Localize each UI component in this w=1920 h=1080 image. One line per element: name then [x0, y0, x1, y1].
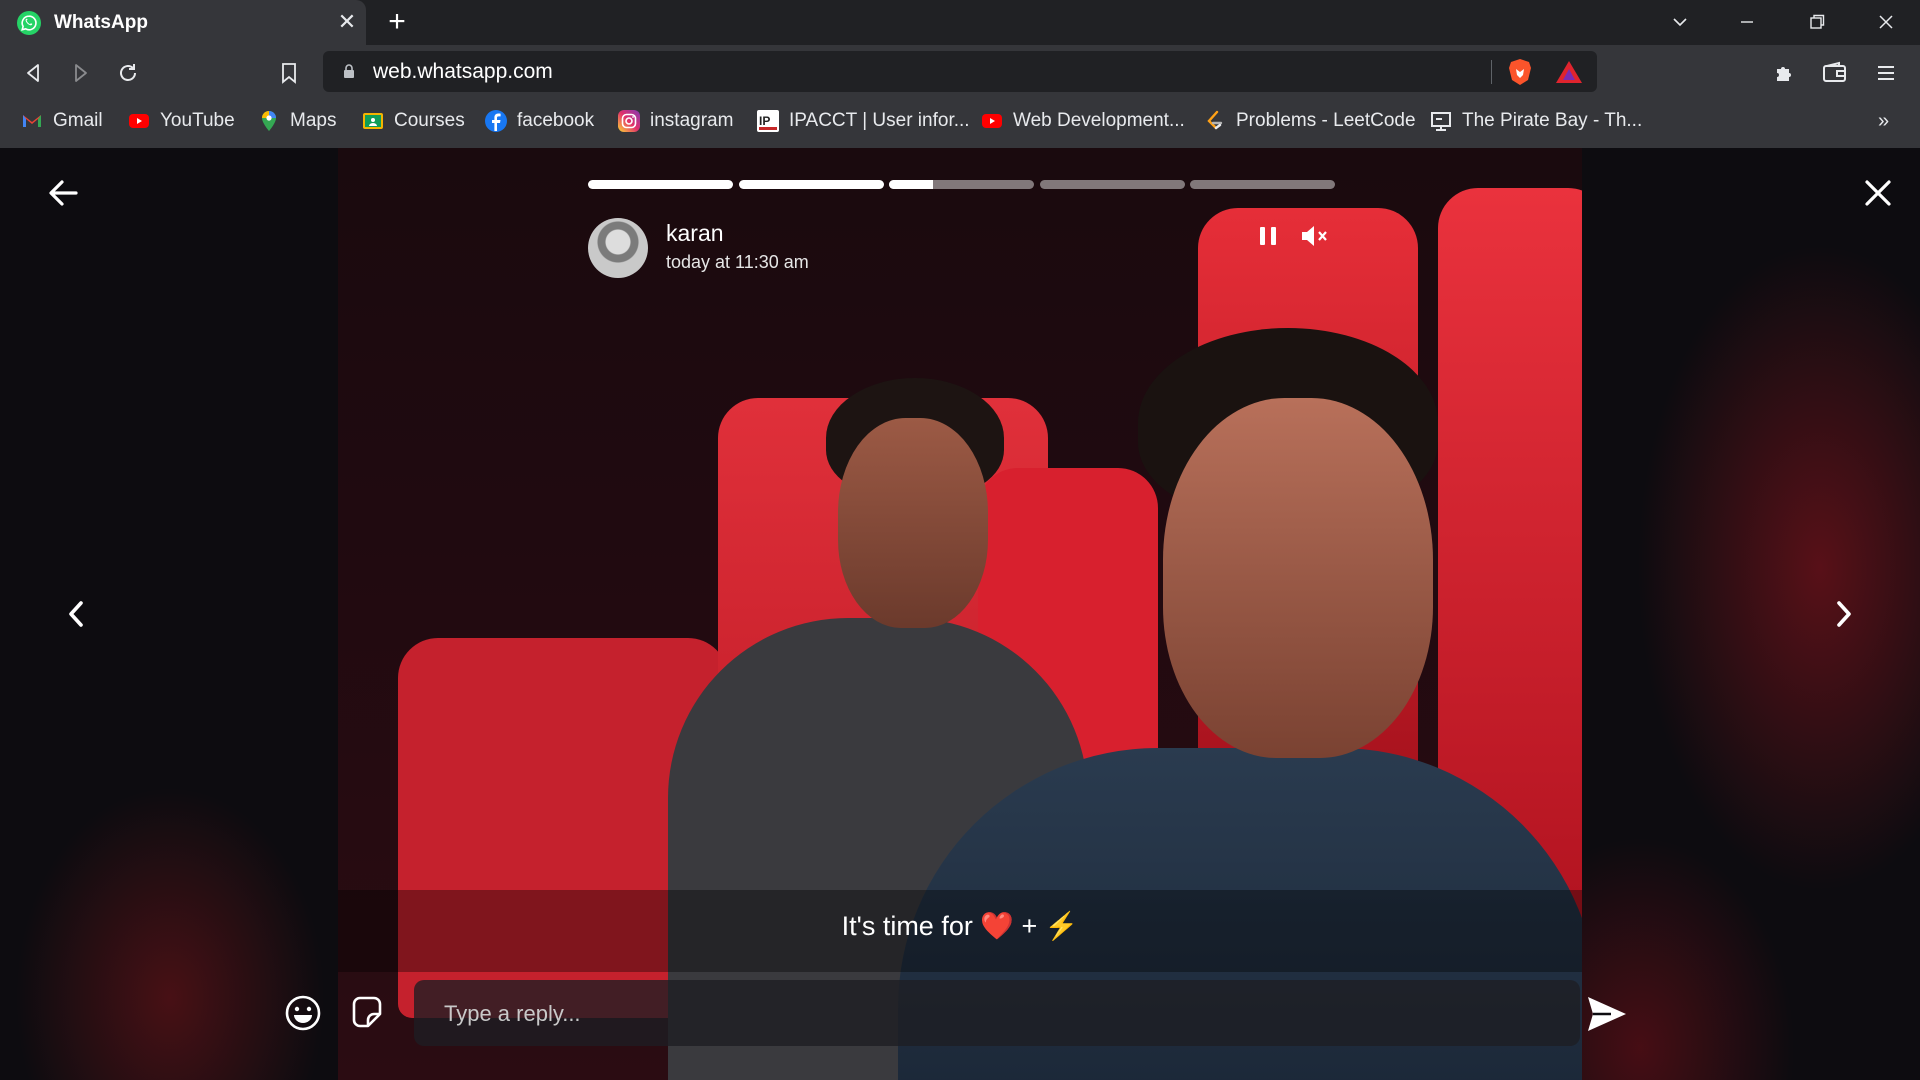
- forward-icon[interactable]: [62, 55, 98, 91]
- bookmark-youtube[interactable]: YouTube: [128, 106, 235, 136]
- wallet-icon[interactable]: [1817, 55, 1853, 91]
- tab-title: WhatsApp: [54, 12, 148, 33]
- bookmark-label: Courses: [394, 110, 465, 131]
- reply-input[interactable]: [442, 980, 1546, 1048]
- back-arrow-icon[interactable]: [42, 172, 84, 214]
- url-text: web.whatsapp.com: [373, 60, 553, 83]
- bookmark-ipacct[interactable]: IP IPACCT | User infor...: [757, 106, 970, 136]
- previous-status-icon[interactable]: [56, 593, 98, 635]
- svg-text:IP: IP: [759, 114, 770, 128]
- tab-search-icon[interactable]: [1660, 6, 1700, 38]
- brave-shields-icon[interactable]: [1507, 58, 1533, 86]
- reply-bar: [414, 980, 1580, 1048]
- emoji-icon[interactable]: [282, 992, 324, 1034]
- piratebay-icon: [1430, 110, 1452, 132]
- bookmarks-bar: Gmail YouTube Maps Courses facebook inst…: [0, 100, 1920, 148]
- classroom-icon: [362, 110, 384, 132]
- restore-icon[interactable]: [1797, 6, 1837, 38]
- person-face: [1163, 398, 1433, 758]
- bookmark-maps[interactable]: Maps: [258, 106, 336, 136]
- status-author[interactable]: karan: [666, 220, 724, 247]
- status-progress-3: [889, 180, 1034, 189]
- bookmark-facebook[interactable]: facebook: [485, 106, 594, 136]
- ipacct-icon: IP: [757, 110, 779, 132]
- tab-strip: WhatsApp ✕ +: [0, 0, 1920, 45]
- facebook-icon: [485, 110, 507, 132]
- extensions-icon[interactable]: [1767, 55, 1803, 91]
- bookmark-gmail[interactable]: Gmail: [21, 106, 103, 136]
- close-tab-icon[interactable]: ✕: [334, 9, 360, 35]
- back-icon[interactable]: [16, 55, 52, 91]
- youtube-icon: [128, 110, 150, 132]
- bookmark-label: Gmail: [53, 110, 103, 131]
- maps-icon: [258, 110, 280, 132]
- url-divider: [1491, 60, 1492, 84]
- next-status-icon[interactable]: [1822, 593, 1864, 635]
- reload-icon[interactable]: [110, 55, 146, 91]
- bookmark-icon[interactable]: [271, 55, 307, 91]
- bookmark-leetcode[interactable]: Problems - LeetCode: [1204, 106, 1416, 136]
- close-window-icon[interactable]: [1866, 6, 1906, 38]
- bookmark-instagram[interactable]: instagram: [618, 106, 733, 136]
- lock-icon: [344, 64, 354, 78]
- browser-tab[interactable]: WhatsApp ✕: [0, 0, 366, 45]
- sticker-icon[interactable]: [346, 992, 388, 1034]
- bookmark-label: facebook: [517, 110, 595, 131]
- status-time: today at 11:30 am: [666, 252, 809, 272]
- bookmark-label: IPACCT | User infor...: [789, 110, 970, 131]
- browser-toolbar: web.whatsapp.com: [0, 45, 1920, 100]
- gmail-icon: [21, 110, 43, 132]
- bookmarks-overflow-icon[interactable]: »: [1878, 106, 1889, 136]
- bookmark-label: instagram: [650, 110, 734, 131]
- status-progress-1: [588, 180, 733, 189]
- instagram-icon: [618, 110, 640, 132]
- person-face: [838, 418, 988, 628]
- bookmark-label: Problems - LeetCode: [1236, 110, 1416, 131]
- bookmark-label: Maps: [290, 110, 337, 131]
- bookmark-piratebay[interactable]: The Pirate Bay - Th...: [1430, 106, 1642, 136]
- leetcode-icon: [1204, 110, 1226, 132]
- menu-icon[interactable]: [1868, 55, 1904, 91]
- close-icon[interactable]: [1857, 172, 1899, 214]
- bookmark-label: Web Development...: [1013, 110, 1185, 131]
- status-caption: It's time for ❤️ + ⚡: [841, 911, 1079, 941]
- mute-icon[interactable]: [1298, 220, 1330, 252]
- bookmark-label: YouTube: [160, 110, 235, 131]
- status-progress-2: [739, 180, 884, 189]
- bookmark-courses[interactable]: Courses: [362, 106, 465, 136]
- youtube-icon: [981, 110, 1003, 132]
- bookmark-web-development[interactable]: Web Development...: [981, 106, 1185, 136]
- pause-icon[interactable]: [1252, 220, 1284, 252]
- status-viewer: karan today at 11:30 am It's time for ❤️…: [0, 148, 1920, 1080]
- address-bar[interactable]: web.whatsapp.com: [323, 51, 1597, 92]
- status-progress-5: [1190, 180, 1335, 189]
- status-progress-4: [1040, 180, 1185, 189]
- avatar[interactable]: [588, 218, 648, 278]
- send-icon[interactable]: [1584, 991, 1630, 1037]
- brave-rewards-icon[interactable]: [1555, 60, 1583, 84]
- minimize-icon[interactable]: [1727, 6, 1767, 38]
- whatsapp-icon: [17, 11, 41, 35]
- bookmark-label: The Pirate Bay - Th...: [1462, 110, 1643, 131]
- new-tab-icon[interactable]: +: [382, 6, 412, 38]
